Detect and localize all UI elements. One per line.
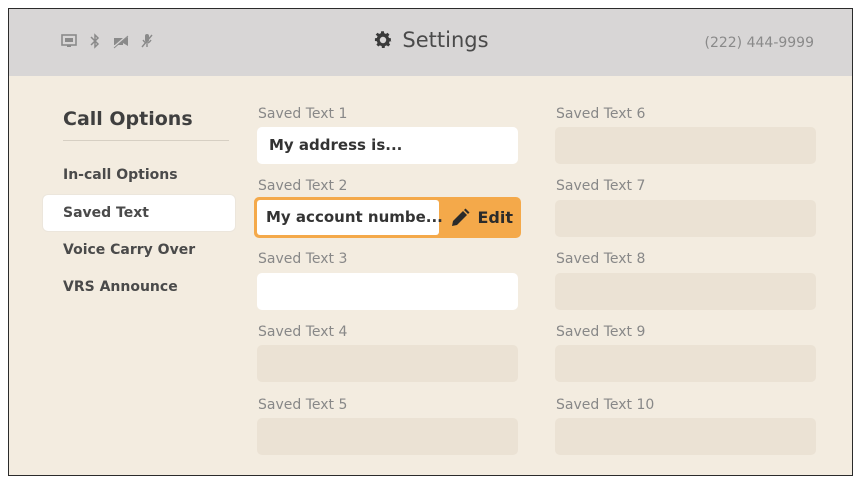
phone-number: (222) 444-9999 [704, 35, 815, 51]
saved-text-3-field[interactable] [257, 273, 518, 310]
field-label: Saved Text 1 [258, 106, 348, 122]
saved-text-7-field[interactable] [555, 200, 816, 237]
sidebar-item-label: Voice Carry Over [63, 242, 196, 258]
field-label: Saved Text 8 [556, 251, 646, 267]
saved-text-4-field[interactable] [257, 345, 518, 382]
field-label: Saved Text 6 [556, 106, 646, 122]
saved-text-9-field[interactable] [555, 345, 816, 382]
divider [63, 140, 229, 141]
saved-text-6-field[interactable] [555, 127, 816, 164]
field-label: Saved Text 4 [258, 324, 348, 340]
saved-text-8-field[interactable] [555, 273, 816, 310]
saved-text-2-field[interactable]: My account numbe... Edit [254, 197, 521, 238]
sidebar-item-vrs-announce[interactable]: VRS Announce [43, 269, 235, 305]
field-label: Saved Text 9 [556, 324, 646, 340]
field-label: Saved Text 3 [258, 251, 348, 267]
edit-button[interactable]: Edit [450, 197, 513, 238]
sidebar-item-saved-text[interactable]: Saved Text [43, 195, 235, 231]
sidebar-heading: Call Options [63, 108, 193, 130]
saved-text-1-field[interactable]: My address is... [257, 127, 518, 164]
field-label: Saved Text 5 [258, 397, 348, 413]
field-label: Saved Text 2 [258, 178, 348, 194]
edit-label: Edit [477, 208, 513, 227]
sidebar-item-voice-carry-over[interactable]: Voice Carry Over [43, 232, 235, 268]
sidebar-item-label: VRS Announce [63, 279, 178, 295]
settings-screen: Settings (222) 444-9999 Call Options In-… [8, 8, 853, 476]
field-value: My account numbe... [266, 208, 443, 226]
title-text: Settings [402, 28, 489, 52]
saved-text-10-field[interactable] [555, 418, 816, 455]
sidebar-item-in-call-options[interactable]: In-call Options [43, 157, 235, 193]
top-bar: Settings (222) 444-9999 [9, 9, 852, 76]
gear-icon [372, 29, 394, 51]
field-label: Saved Text 10 [556, 397, 655, 413]
saved-text-5-field[interactable] [257, 418, 518, 455]
pencil-icon [452, 208, 470, 226]
sidebar-item-label: Saved Text [63, 205, 149, 221]
sidebar-item-label: In-call Options [63, 167, 178, 183]
field-label: Saved Text 7 [556, 178, 646, 194]
field-value: My address is... [269, 136, 403, 154]
